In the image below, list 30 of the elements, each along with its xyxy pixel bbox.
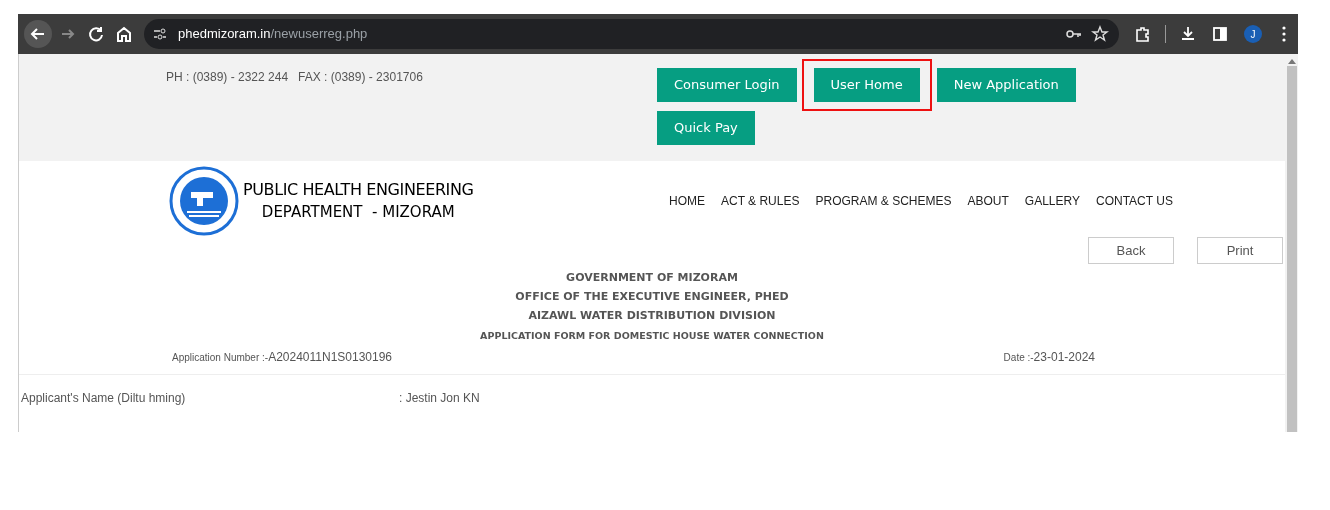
nav-link[interactable]: PROGRAM & SCHEMES — [815, 192, 952, 210]
nav-link[interactable]: CONTACT US — [1096, 192, 1173, 210]
application-number-value: A2024011N1S0130196 — [268, 348, 393, 366]
address-bar[interactable]: phedmizoram.in/newuserreg.php — [144, 19, 1119, 49]
url-text: phedmizoram.in/newuserreg.php — [178, 25, 368, 44]
date-value: 23-01-2024 — [1033, 348, 1095, 366]
back-icon[interactable] — [24, 20, 52, 48]
application-number-label: Application Number :- — [172, 350, 269, 365]
logo-title: PUBLIC HEALTH ENGINEERING — [243, 179, 474, 201]
date-label: Date :- — [1003, 350, 1034, 365]
heading-text: GOVERNMENT OF MIZORAM — [566, 270, 738, 286]
field-value: : Jestin Jon KN — [399, 390, 480, 407]
scroll-up-icon[interactable] — [1287, 58, 1296, 64]
heading-text: OFFICE OF THE EXECUTIVE ENGINEER, PHED — [515, 289, 789, 305]
nav-link[interactable]: GALLERY — [1024, 192, 1080, 210]
scrollbar[interactable] — [1285, 54, 1298, 432]
side-panel-icon[interactable] — [1210, 24, 1230, 44]
department-logo — [169, 166, 239, 236]
form-title: APPLICATION FORM FOR DOMESTIC HOUSE WATER CONNECTION — [480, 329, 824, 343]
logo-subtitle: DEPARTMENT - MIZORAM — [261, 202, 455, 223]
heading-text: AIZAWL WATER DISTRIBUTION DIVISION — [528, 308, 776, 324]
star-icon[interactable] — [1091, 25, 1109, 43]
action-button[interactable]: Back — [1088, 237, 1174, 264]
contact-text: PH : (0389) - 2322 244 FAX : (0389) - 2301706 — [166, 69, 424, 84]
field-label: Applicant's Name (Diltu hming) — [20, 390, 187, 407]
nav-link[interactable]: HOME — [669, 192, 705, 210]
action-button[interactable]: Print — [1197, 237, 1283, 264]
nav-link[interactable]: ABOUT — [967, 192, 1009, 210]
nav-link[interactable]: ACT & RULES — [721, 192, 800, 210]
profile-avatar[interactable]: J — [1244, 25, 1262, 43]
